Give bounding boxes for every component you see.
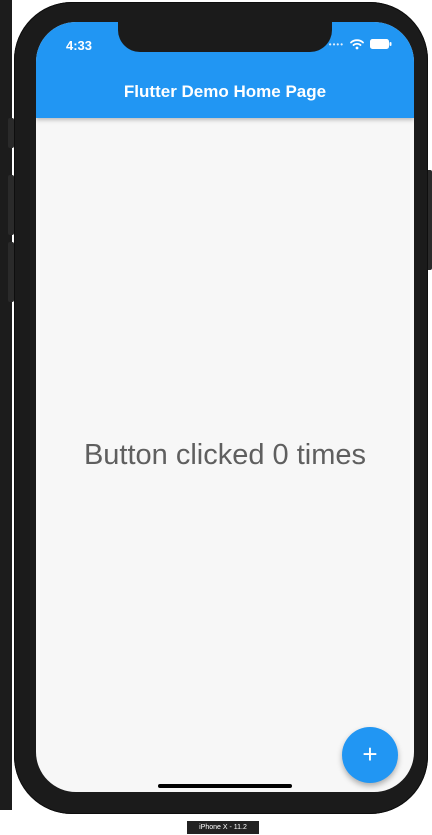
phone-frame: 4:33 •••• Flutter Demo Home Page Button … — [14, 2, 428, 814]
app-screen: 4:33 •••• Flutter Demo Home Page Button … — [36, 22, 414, 792]
status-time: 4:33 — [66, 38, 93, 53]
wifi-icon — [350, 39, 364, 50]
battery-icon — [370, 39, 392, 49]
home-indicator[interactable] — [158, 784, 292, 788]
simulator-stage: 4:33 •••• Flutter Demo Home Page Button … — [0, 0, 432, 835]
increment-button[interactable]: + — [342, 727, 398, 783]
counter-text: Button clicked 0 times — [83, 439, 367, 471]
status-icons: •••• — [329, 38, 392, 50]
app-bar-title: Flutter Demo Home Page — [123, 82, 327, 101]
device-label: iPhone X - 11.2 — [187, 821, 259, 834]
signal-icon: •••• — [328, 39, 344, 49]
app-bar: 4:33 •••• Flutter Demo Home Page — [36, 22, 414, 118]
plus-icon: + — [362, 739, 378, 769]
device-notch — [118, 22, 332, 52]
